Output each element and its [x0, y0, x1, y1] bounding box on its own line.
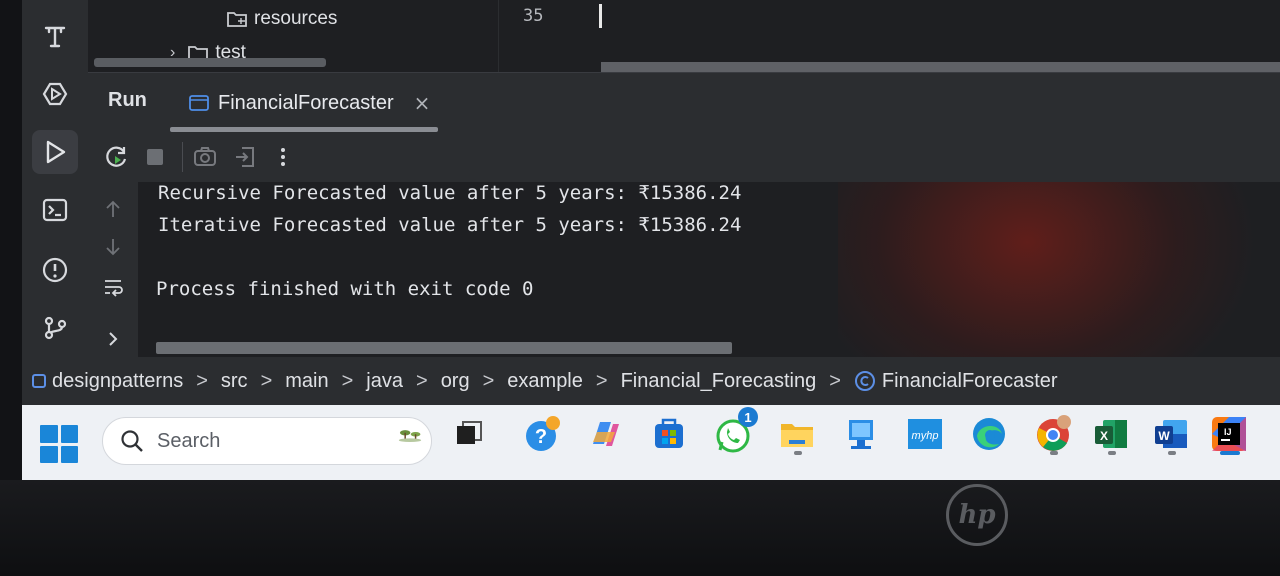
editor-gutter: 35: [499, 0, 599, 72]
console-horizontal-scrollbar[interactable]: [156, 342, 732, 354]
stop-icon[interactable]: [140, 142, 170, 172]
restore-layout-icon[interactable]: [230, 142, 260, 172]
console-side-actions: [88, 182, 138, 357]
arrow-down-icon[interactable]: [98, 232, 128, 262]
screen-bezel: [0, 0, 22, 480]
run-tool-window-header: Run FinancialForecaster ×: [88, 72, 1280, 132]
svg-text:IJ: IJ: [1224, 427, 1232, 437]
breadcrumb-item-package[interactable]: Financial_Forecasting: [621, 370, 817, 393]
breadcrumb-label: designpatterns: [52, 369, 184, 392]
search-icon: [121, 430, 143, 452]
svg-text:?: ?: [535, 426, 547, 448]
breadcrumb-item-java[interactable]: java: [366, 370, 403, 393]
start-button[interactable]: [40, 425, 78, 463]
git-icon[interactable]: [32, 306, 78, 350]
services-icon[interactable]: [32, 72, 78, 116]
console-line: Recursive Forecasted value after 5 years…: [158, 182, 742, 204]
tab-financialforecaster[interactable]: FinancialForecaster ×: [170, 73, 438, 133]
myhp-icon[interactable]: myhp: [902, 411, 948, 457]
run-toolbar: [88, 132, 1280, 182]
screenshot-icon[interactable]: [190, 142, 220, 172]
tree-item-resources[interactable]: resources: [226, 8, 337, 30]
running-indicator: [1168, 451, 1176, 455]
edge-icon[interactable]: [966, 411, 1012, 457]
search-placeholder: Search: [157, 429, 221, 452]
tab-label: FinancialForecaster: [218, 91, 394, 114]
breadcrumb-item-example[interactable]: example: [507, 370, 583, 393]
help-icon[interactable]: ?: [518, 411, 564, 457]
close-tab-icon[interactable]: ×: [414, 91, 431, 115]
active-app-indicator: [1220, 451, 1240, 455]
editor-horizontal-scrollbar[interactable]: [601, 62, 1280, 72]
java-class-icon: [854, 371, 875, 391]
microsoft-store-icon[interactable]: [646, 411, 692, 457]
rerun-icon[interactable]: [102, 142, 132, 172]
laptop-bezel: [0, 480, 1280, 576]
breadcrumb-separator: >: [595, 369, 608, 392]
myhp-label: myhp: [912, 430, 939, 442]
hp-logo: hp: [946, 484, 1008, 546]
console-line: Process finished with exit code 0: [156, 278, 534, 300]
running-indicator: [794, 451, 802, 455]
breadcrumb-separator: >: [341, 369, 354, 392]
intellij-window: resources › test 35 Run FinancialForecas…: [0, 0, 1280, 405]
running-indicator: [1050, 451, 1058, 455]
text-caret: [599, 4, 602, 28]
console-tab-icon: [189, 95, 209, 111]
breadcrumb-label: FinancialForecaster: [881, 369, 1058, 392]
toolbar-separator: [182, 142, 183, 172]
code-editor[interactable]: 35: [498, 0, 1280, 72]
breadcrumb-separator: >: [482, 369, 495, 392]
terminal-icon[interactable]: [32, 188, 78, 232]
svg-text:W: W: [1158, 429, 1170, 443]
console-output[interactable]: Recursive Forecasted value after 5 years…: [138, 182, 1280, 357]
taskbar-search[interactable]: Search: [102, 417, 432, 465]
tool-text-icon[interactable]: [32, 14, 78, 58]
windows-taskbar: Search ? 1 myhp X W IJ: [8, 405, 1280, 480]
console-line: Iterative Forecasted value after 5 years…: [158, 214, 742, 236]
line-number: 35: [523, 6, 544, 26]
tool-window-strip: [22, 0, 88, 365]
tree-item-label: resources: [254, 8, 338, 29]
breadcrumb-separator: >: [829, 369, 841, 392]
breadcrumb-separator: >: [196, 369, 208, 392]
breadcrumb-separator: >: [416, 369, 428, 392]
soft-wrap-icon[interactable]: [98, 272, 128, 302]
breadcrumb-separator: >: [260, 369, 273, 392]
breadcrumb-item-src[interactable]: src: [221, 370, 248, 393]
running-indicator: [1108, 451, 1116, 455]
more-options-icon[interactable]: [268, 142, 298, 172]
search-highlight-icon: [398, 430, 422, 443]
copilot-icon[interactable]: [582, 411, 628, 457]
breadcrumb-item-module[interactable]: designpatterns: [32, 370, 183, 393]
project-tree: resources › test: [88, 0, 498, 72]
breadcrumb-item-org[interactable]: org: [441, 370, 470, 393]
arrow-up-icon[interactable]: [98, 194, 128, 224]
device-manager-icon[interactable]: [838, 411, 884, 457]
breadcrumb-item-class[interactable]: FinancialForecaster: [854, 370, 1058, 393]
problems-icon[interactable]: [32, 248, 78, 292]
task-view-icon[interactable]: [446, 411, 492, 457]
svg-text:X: X: [1100, 429, 1108, 443]
tree-horizontal-scrollbar[interactable]: [94, 58, 326, 67]
chevron-right-icon[interactable]: [98, 324, 128, 354]
notification-badge: 1: [738, 407, 758, 427]
folder-resources-icon: [227, 12, 247, 27]
run-tool-icon[interactable]: [32, 130, 78, 174]
screen-reflection: [838, 182, 1258, 357]
navigation-breadcrumb: designpatterns > src > main > java > org…: [22, 357, 1280, 405]
run-panel-title: Run: [108, 89, 147, 111]
breadcrumb-item-main[interactable]: main: [285, 370, 328, 393]
module-icon: [32, 374, 46, 388]
